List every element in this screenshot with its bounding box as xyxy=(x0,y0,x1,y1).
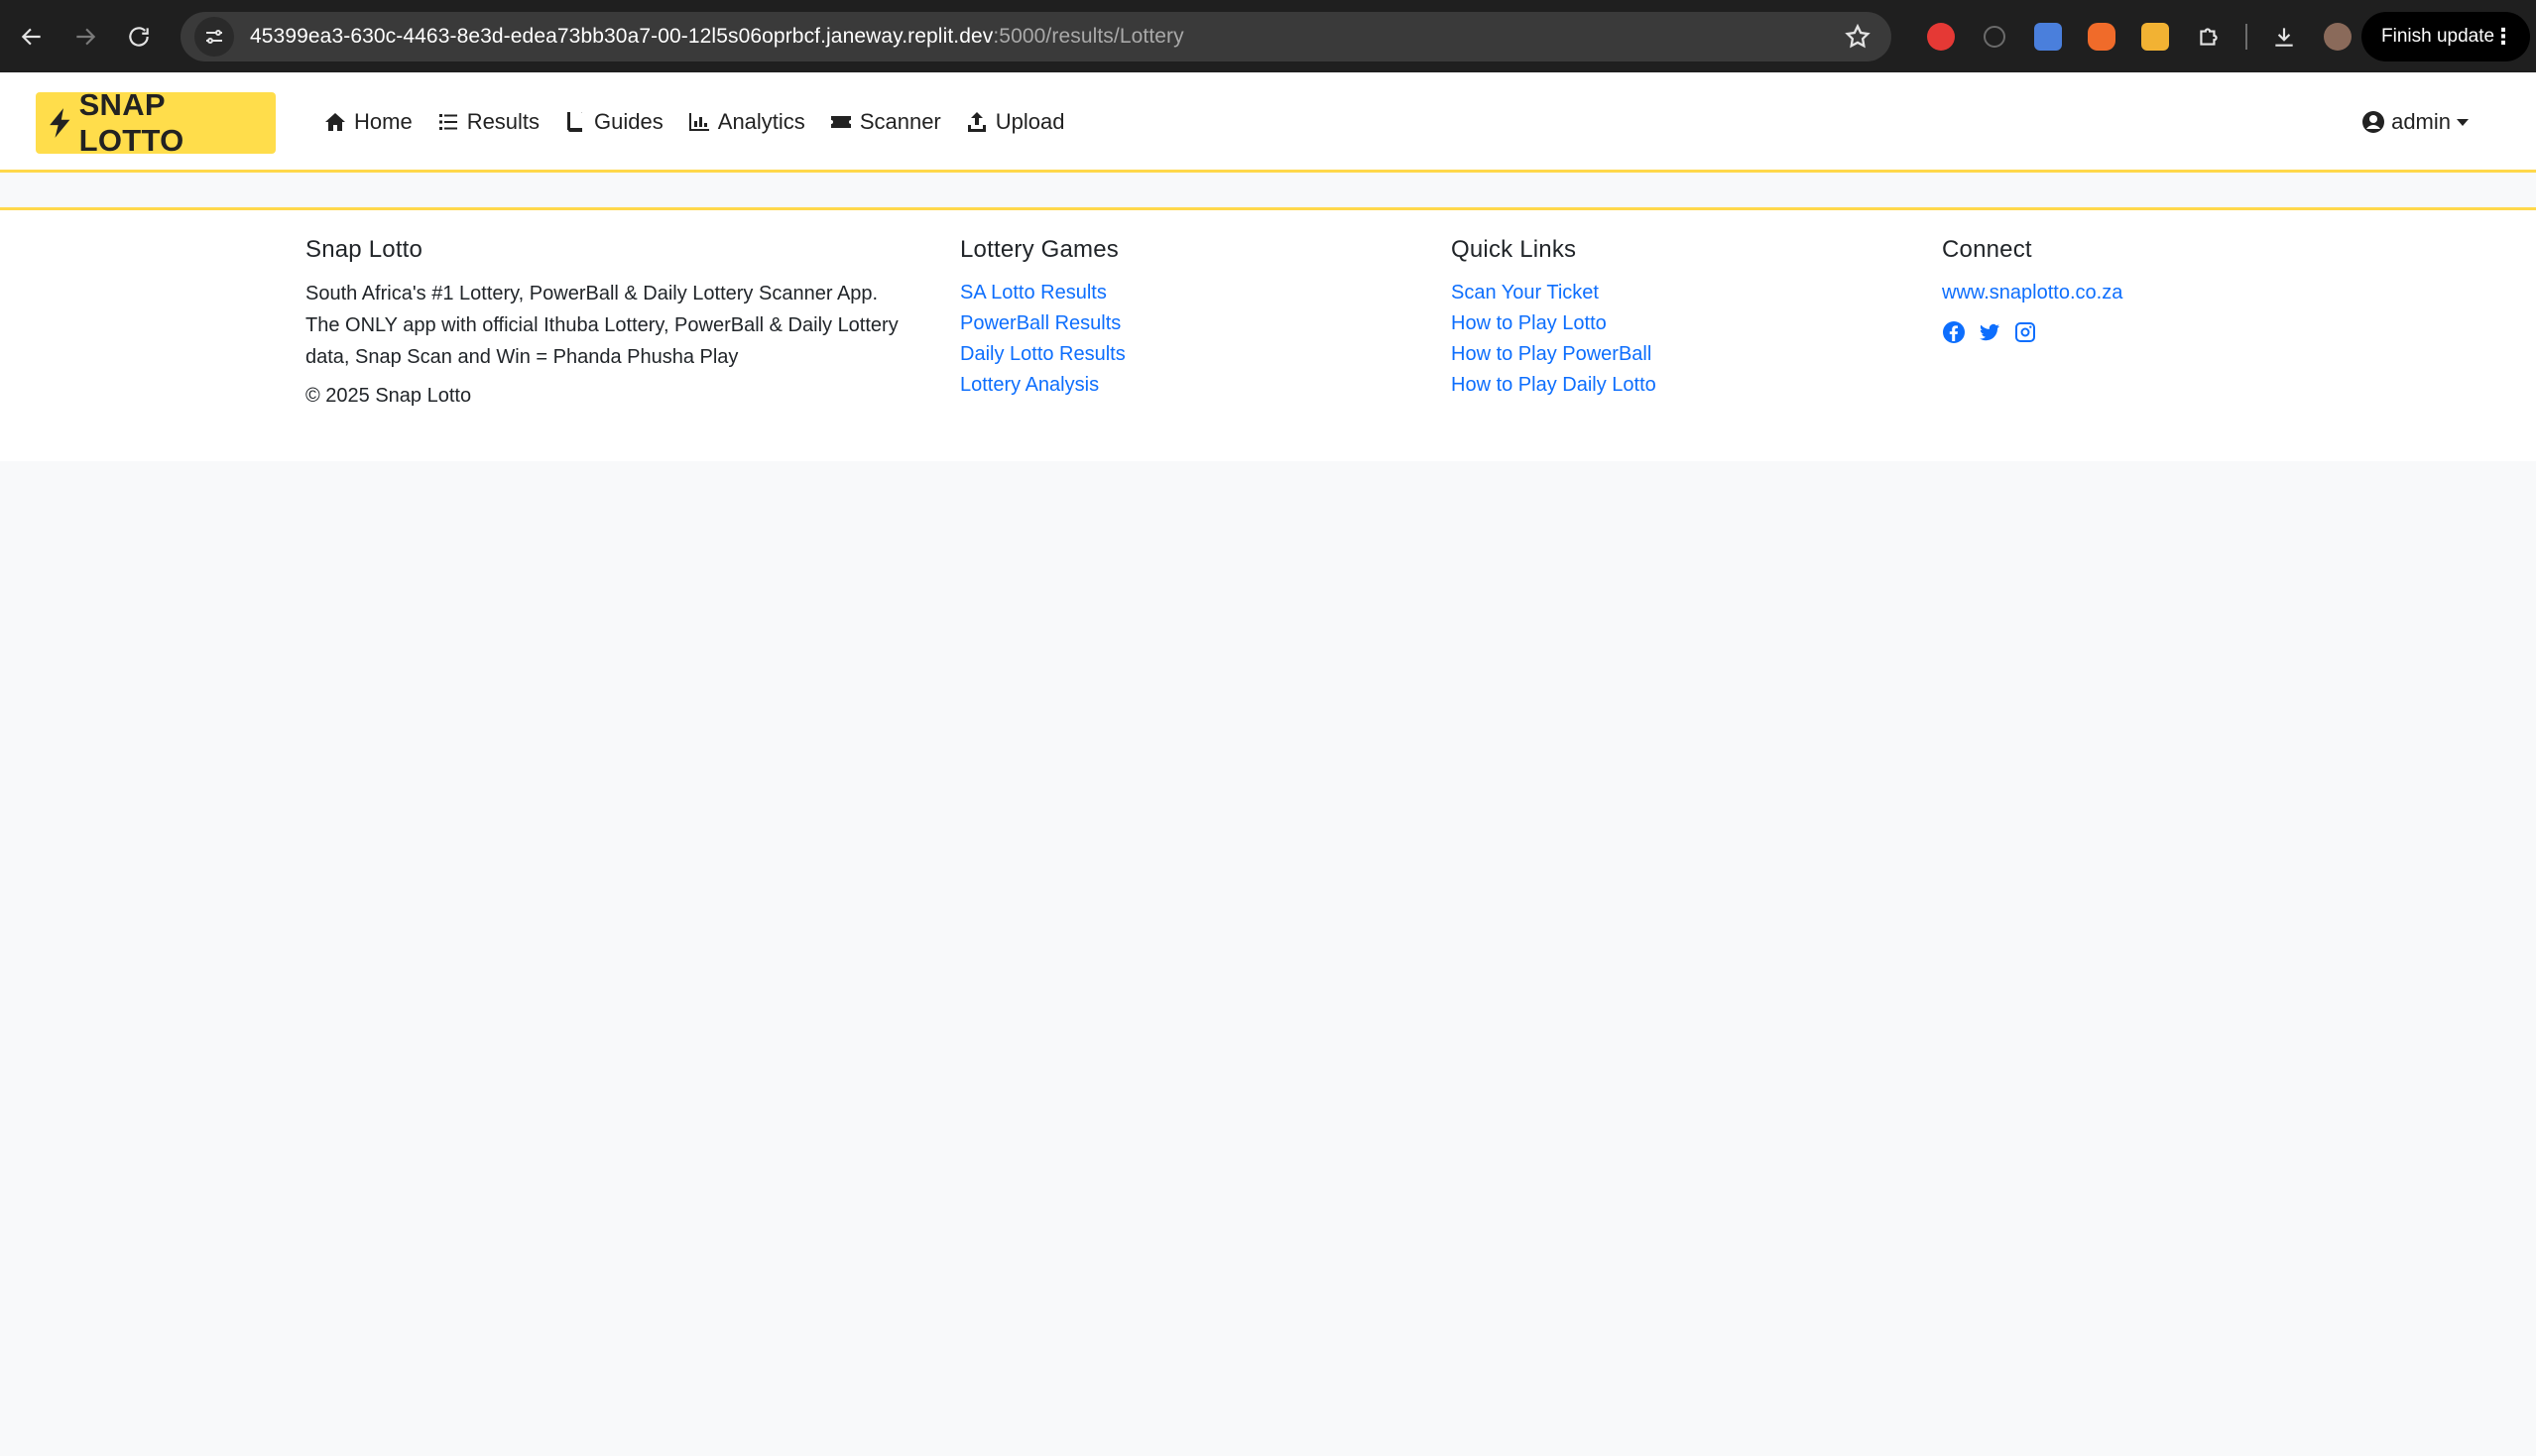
nav-upload[interactable]: Upload xyxy=(965,102,1065,142)
more-vertical-icon: ⋮ xyxy=(2492,24,2514,49)
back-button[interactable] xyxy=(8,13,56,61)
site-navbar: SNAP LOTTO Home Results Guides Analytics… xyxy=(0,72,2536,173)
user-name: admin xyxy=(2391,109,2451,134)
extensions-bar xyxy=(1914,18,2364,56)
nav-analytics[interactable]: Analytics xyxy=(687,102,805,142)
url-text: 45399ea3-630c-4463-8e3d-edea73bb30a7-00-… xyxy=(250,25,1184,49)
profile-button[interactable] xyxy=(2311,18,2364,56)
link-lottery-analysis[interactable]: Lottery Analysis xyxy=(960,370,1126,401)
link-scan-ticket[interactable]: Scan Your Ticket xyxy=(1451,278,1656,308)
user-circle-icon xyxy=(2362,111,2385,133)
profile-avatar-icon xyxy=(2324,23,2352,51)
nav-analytics-label: Analytics xyxy=(717,109,805,134)
adblock-icon xyxy=(1927,23,1955,51)
reload-button[interactable] xyxy=(115,13,163,61)
nav-scanner[interactable]: Scanner xyxy=(829,102,941,142)
footer-quick-links-title: Quick Links xyxy=(1451,236,1577,263)
site-settings-icon[interactable] xyxy=(194,17,234,57)
nav-guides-label: Guides xyxy=(594,109,664,134)
toolbar-divider xyxy=(2245,24,2247,50)
nav-scanner-label: Scanner xyxy=(859,109,941,134)
facebook-icon[interactable] xyxy=(1942,320,1966,344)
nav-results[interactable]: Results xyxy=(436,102,540,142)
footer-quick-links: Quick Links Scan Your Ticket How to Play… xyxy=(1451,236,1656,401)
nav-results-label: Results xyxy=(466,109,541,134)
ticket-icon xyxy=(830,116,851,128)
nav-upload-label: Upload xyxy=(995,109,1065,134)
nav-guides[interactable]: Guides xyxy=(563,102,664,142)
social-links xyxy=(1942,320,2122,344)
finish-update-button[interactable]: Finish update ⋮ xyxy=(2361,12,2530,61)
nav-links: Home Results Guides Analytics Scanner Up… xyxy=(323,102,1088,142)
instagram-icon[interactable] xyxy=(2013,320,2037,344)
extensions-puzzle-icon xyxy=(2200,28,2218,46)
home-icon xyxy=(325,113,345,131)
extension-loading[interactable] xyxy=(1968,18,2021,56)
footer-copyright: © 2025 Snap Lotto xyxy=(305,385,472,407)
twitter-icon[interactable] xyxy=(1978,320,2001,344)
upload-icon xyxy=(967,112,986,132)
arrow-left-icon xyxy=(21,28,41,45)
book-icon xyxy=(567,112,583,132)
nav-home[interactable]: Home xyxy=(323,102,413,142)
chart-icon xyxy=(688,113,709,131)
footer-about-text: South Africa's #1 Lottery, PowerBall & D… xyxy=(305,283,899,368)
footer-games-title: Lottery Games xyxy=(960,236,1119,263)
caret-down-icon xyxy=(2457,118,2469,126)
extension-adblock[interactable] xyxy=(1914,18,1968,56)
lightning-icon xyxy=(50,108,70,138)
brand-logo[interactable]: SNAP LOTTO xyxy=(36,87,276,158)
link-daily-lotto-results[interactable]: Daily Lotto Results xyxy=(960,339,1126,370)
arrow-right-icon xyxy=(76,28,96,45)
extensions-button[interactable] xyxy=(2182,18,2235,56)
browser-toolbar: 45399ea3-630c-4463-8e3d-edea73bb30a7-00-… xyxy=(0,0,2536,72)
bookmark-star-icon[interactable] xyxy=(1844,23,1872,51)
footer-connect: Connect www.snaplotto.co.za xyxy=(1942,236,2122,344)
user-dropdown[interactable]: admin xyxy=(2361,102,2469,142)
downloads-button[interactable] xyxy=(2257,18,2311,56)
main-content xyxy=(0,173,2536,210)
extension-translate[interactable] xyxy=(2021,18,2075,56)
forward-button[interactable] xyxy=(61,13,109,61)
link-how-to-play-powerball[interactable]: How to Play PowerBall xyxy=(1451,339,1656,370)
link-powerball-results[interactable]: PowerBall Results xyxy=(960,308,1126,339)
link-how-to-play-daily-lotto[interactable]: How to Play Daily Lotto xyxy=(1451,370,1656,401)
footer-about: Snap Lotto South Africa's #1 Lottery, Po… xyxy=(305,236,920,408)
finish-update-label: Finish update xyxy=(2381,26,2495,47)
link-sa-lotto-results[interactable]: SA Lotto Results xyxy=(960,278,1126,308)
extension-pet[interactable] xyxy=(2075,18,2128,56)
translate-icon xyxy=(2034,23,2062,51)
footer-connect-title: Connect xyxy=(1942,236,2032,263)
pet-icon xyxy=(2088,23,2115,51)
url-path: :5000/results/Lottery xyxy=(993,25,1184,48)
brand-text: SNAP LOTTO xyxy=(78,87,184,158)
link-website[interactable]: www.snaplotto.co.za xyxy=(1942,278,2122,308)
loading-icon xyxy=(1984,26,2005,48)
footer-about-title: Snap Lotto xyxy=(305,236,423,263)
extension-download-helper[interactable] xyxy=(2128,18,2182,56)
download-icon xyxy=(2275,28,2293,47)
reload-icon xyxy=(129,26,149,47)
footer-games: Lottery Games SA Lotto Results PowerBall… xyxy=(960,236,1126,401)
nav-home-label: Home xyxy=(354,109,413,134)
site-footer: Snap Lotto South Africa's #1 Lottery, Po… xyxy=(0,210,2536,461)
link-how-to-play-lotto[interactable]: How to Play Lotto xyxy=(1451,308,1656,339)
url-host: 45399ea3-630c-4463-8e3d-edea73bb30a7-00-… xyxy=(250,25,994,48)
download-helper-icon xyxy=(2141,23,2169,51)
list-icon xyxy=(438,114,457,130)
address-bar[interactable]: 45399ea3-630c-4463-8e3d-edea73bb30a7-00-… xyxy=(181,12,1891,61)
